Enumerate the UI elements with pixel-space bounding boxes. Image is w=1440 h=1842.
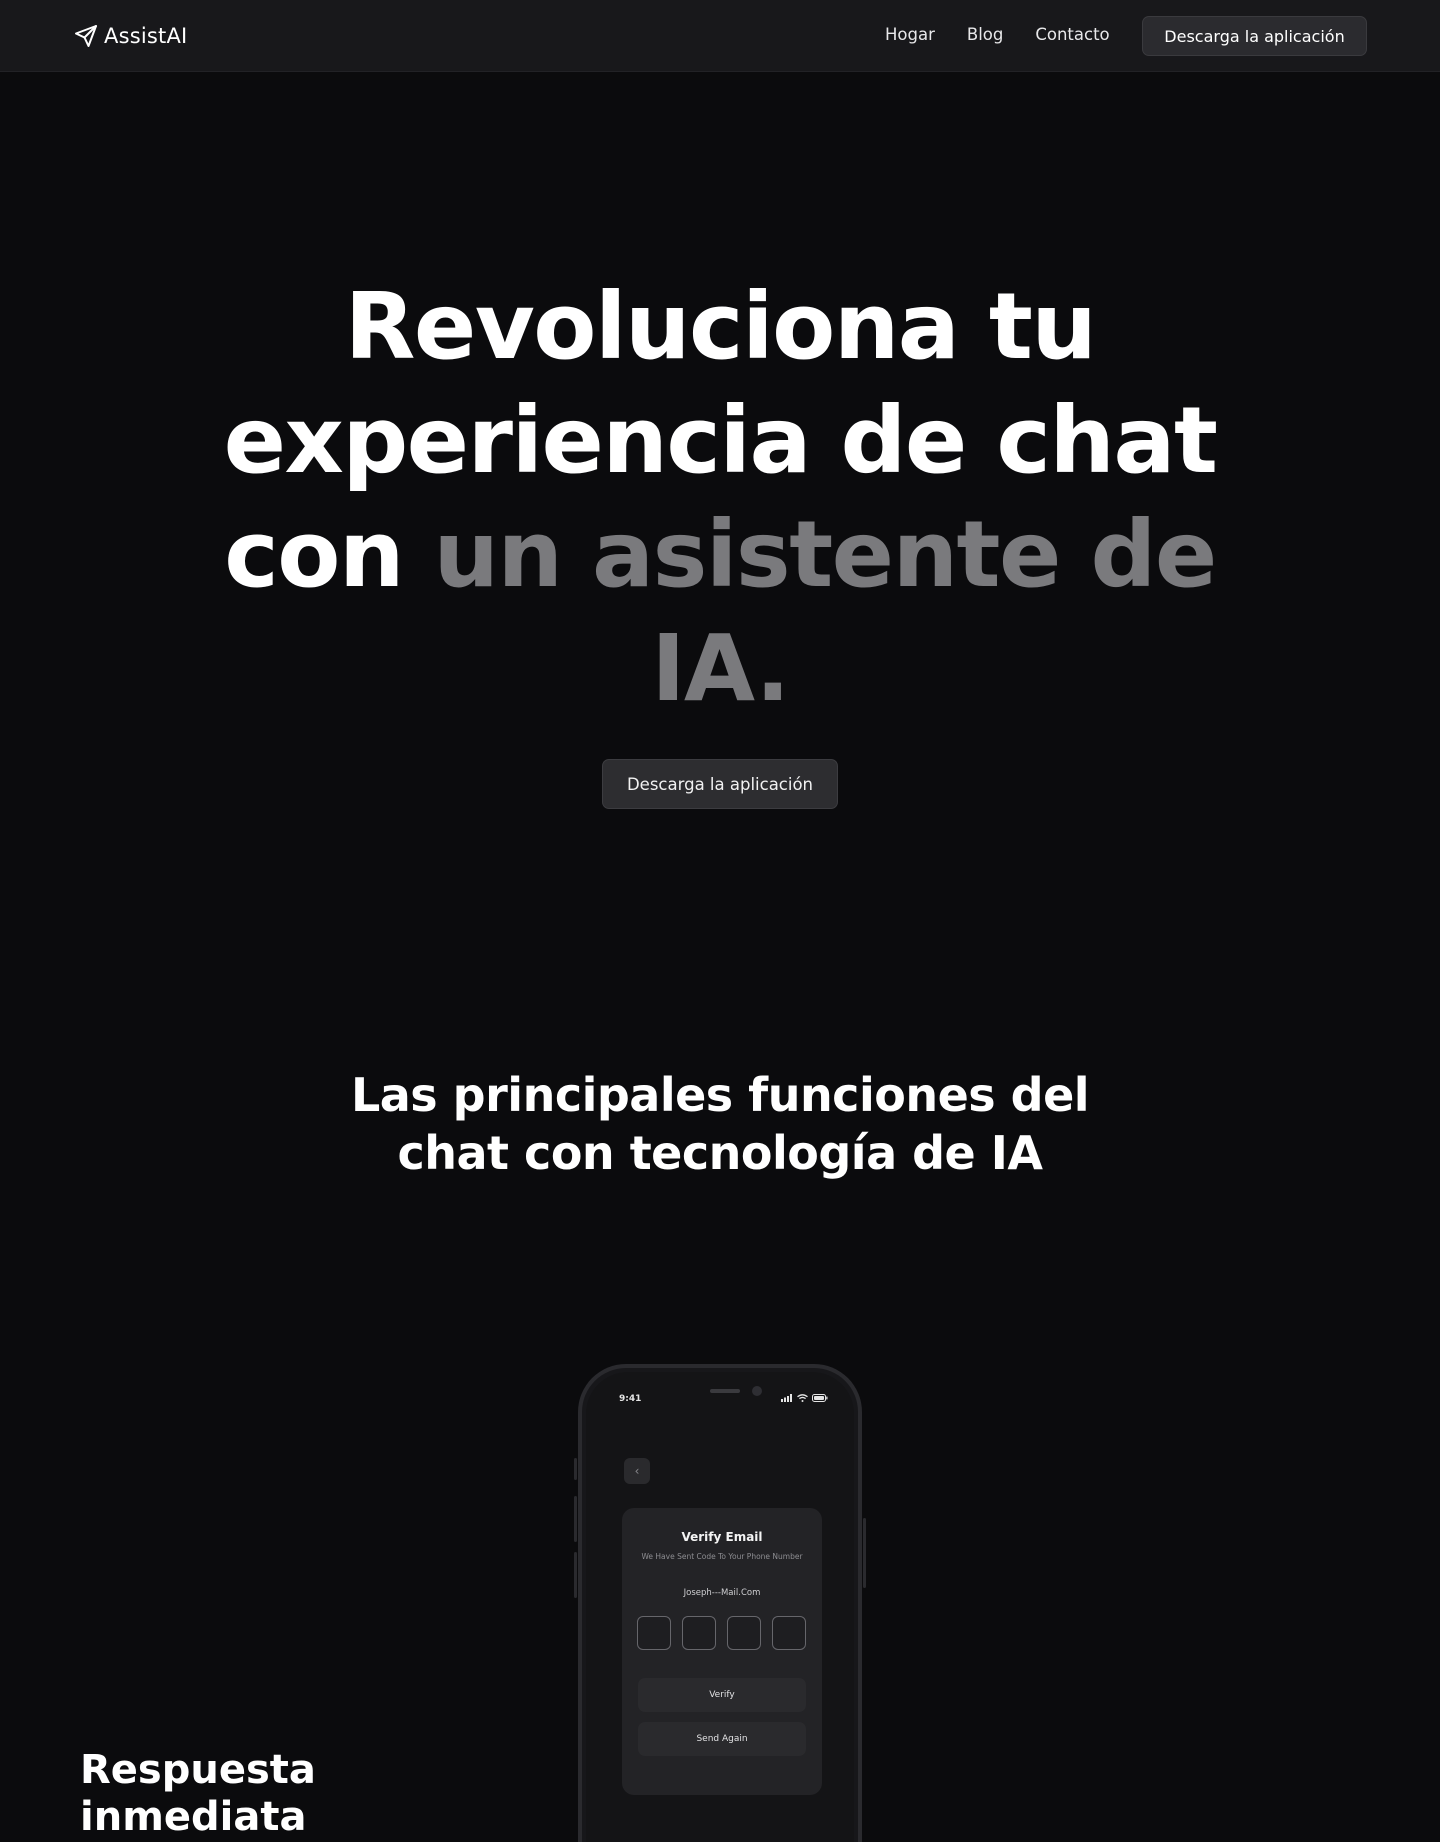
paper-plane-icon	[75, 25, 97, 47]
status-bar-icons	[781, 1394, 828, 1402]
features-section-title: Las principales funciones del chat con t…	[350, 1068, 1090, 1180]
phone-speaker	[710, 1389, 740, 1393]
nav-link-blog[interactable]: Blog	[967, 23, 1003, 47]
phone-volume-up-button	[574, 1496, 577, 1542]
battery-icon	[812, 1394, 828, 1402]
brand-name: AssistAI	[104, 24, 188, 48]
phone-screen: 9:41 ‹ Verify Email We Have Sent Code To…	[586, 1372, 854, 1842]
feature-heading: Respuesta inmediata	[80, 1747, 316, 1840]
nav-links: Hogar Blog Contacto	[885, 23, 1142, 47]
verify-email-card: Verify Email We Have Sent Code To Your P…	[622, 1508, 822, 1795]
chevron-left-icon: ‹	[634, 1464, 640, 1478]
code-digit-input[interactable]	[772, 1616, 806, 1650]
phone-camera	[752, 1386, 762, 1396]
phone-mockup: 9:41 ‹ Verify Email We Have Sent Code To…	[574, 1364, 866, 1842]
wifi-icon	[797, 1394, 808, 1402]
verify-email-subtitle: We Have Sent Code To Your Phone Number	[641, 1552, 803, 1561]
phone-volume-down-button	[574, 1552, 577, 1598]
verify-email-title: Verify Email	[681, 1530, 763, 1544]
code-input-group	[637, 1616, 806, 1650]
landing-page: AssistAI Hogar Blog Contacto Descarga la…	[0, 0, 1440, 1842]
signal-icon	[781, 1394, 792, 1402]
status-bar-time: 9:41	[619, 1394, 642, 1404]
back-button[interactable]: ‹	[624, 1458, 650, 1484]
phone-side-button	[574, 1458, 577, 1480]
code-digit-input[interactable]	[682, 1616, 716, 1650]
verify-email-address: Joseph---Mail.Com	[683, 1588, 761, 1598]
nav-link-contact[interactable]: Contacto	[1035, 23, 1109, 47]
hero-download-button[interactable]: Descarga la aplicación	[602, 759, 838, 809]
nav-link-home[interactable]: Hogar	[885, 23, 935, 47]
code-digit-input[interactable]	[637, 1616, 671, 1650]
code-digit-input[interactable]	[727, 1616, 761, 1650]
send-again-button[interactable]: Send Again	[638, 1722, 806, 1756]
top-navbar: AssistAI Hogar Blog Contacto Descarga la…	[0, 0, 1440, 72]
verify-button[interactable]: Verify	[638, 1678, 806, 1712]
phone-power-button	[863, 1518, 866, 1588]
nav-download-button[interactable]: Descarga la aplicación	[1142, 16, 1367, 56]
hero-title-muted: un asistente de IA.	[433, 501, 1218, 722]
brand-logo-link[interactable]: AssistAI	[74, 22, 187, 50]
hero-title: Revoluciona tu experiencia de chat con u…	[200, 270, 1240, 726]
